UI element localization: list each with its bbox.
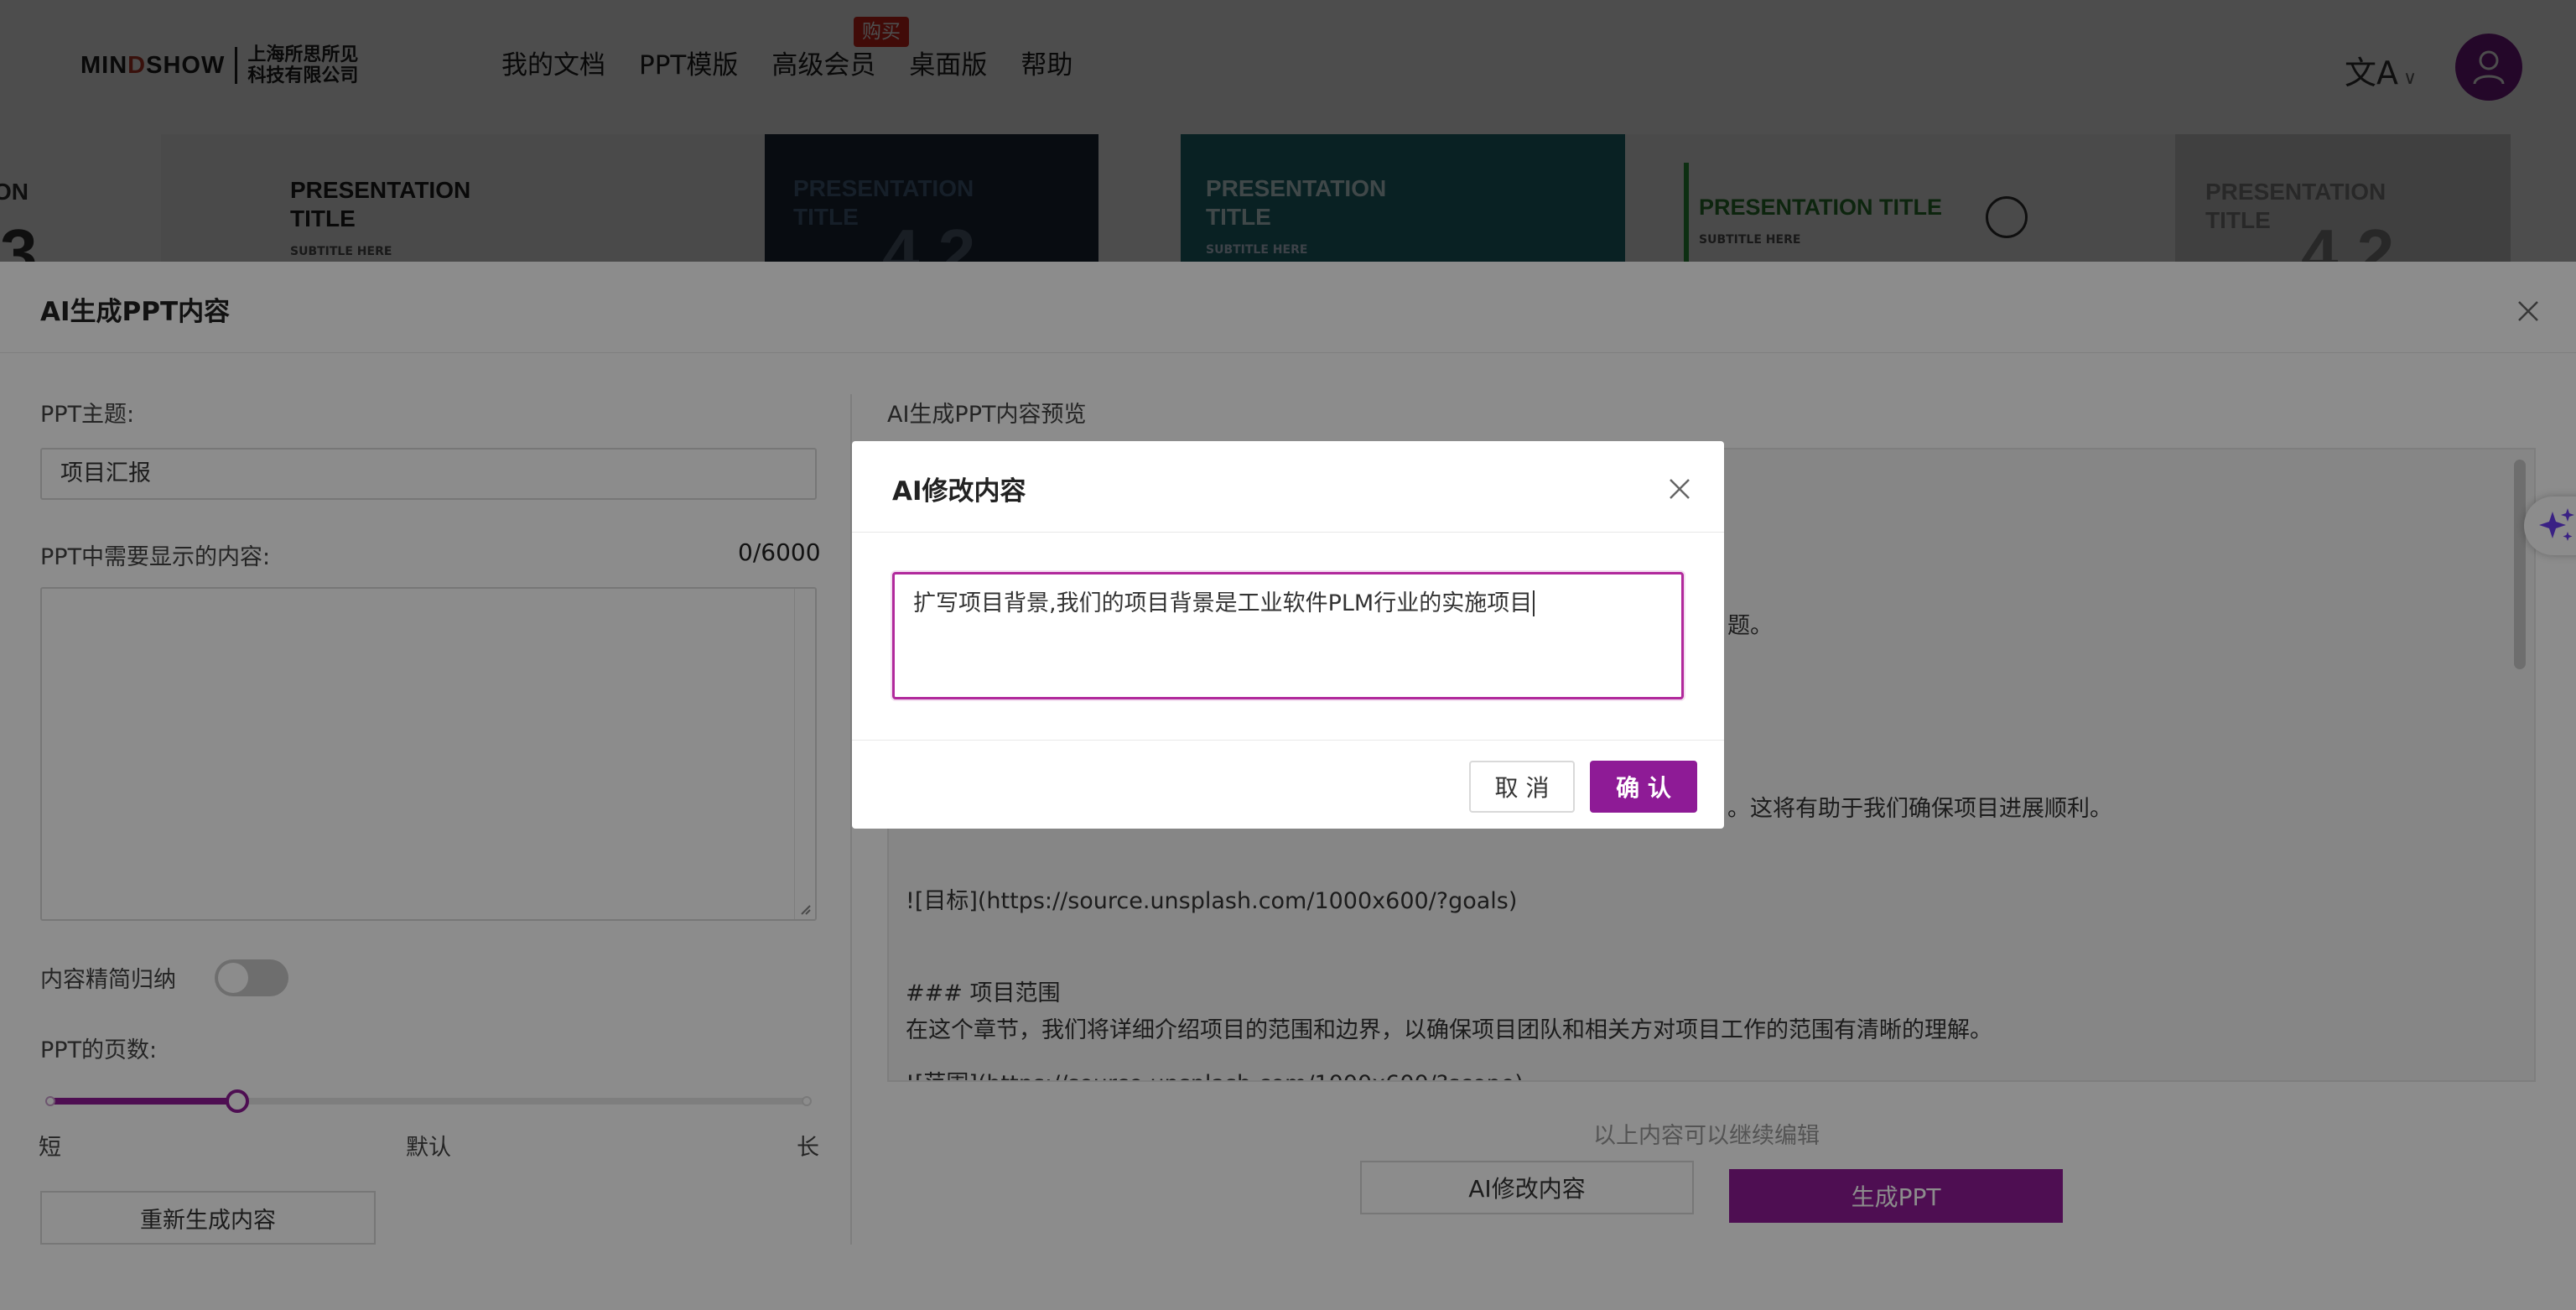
modal-header: AI修改内容 xyxy=(852,441,1724,533)
text-caret xyxy=(1533,590,1535,616)
ai-edit-modal: AI修改内容 扩写项目背景,我们的项目背景是工业软件PLM行业的实施项目 取 消… xyxy=(852,441,1724,829)
confirm-button[interactable]: 确 认 xyxy=(1590,761,1697,813)
cancel-button[interactable]: 取 消 xyxy=(1469,761,1575,813)
ai-instruction-textarea[interactable]: 扩写项目背景,我们的项目背景是工业软件PLM行业的实施项目 xyxy=(892,572,1684,699)
modal-footer: 取 消 确 认 xyxy=(852,740,1724,829)
close-icon[interactable] xyxy=(1667,476,1692,502)
modal-title: AI修改内容 xyxy=(892,476,1026,507)
instruction-text: 扩写项目背景,我们的项目背景是工业软件PLM行业的实施项目 xyxy=(913,590,1533,616)
